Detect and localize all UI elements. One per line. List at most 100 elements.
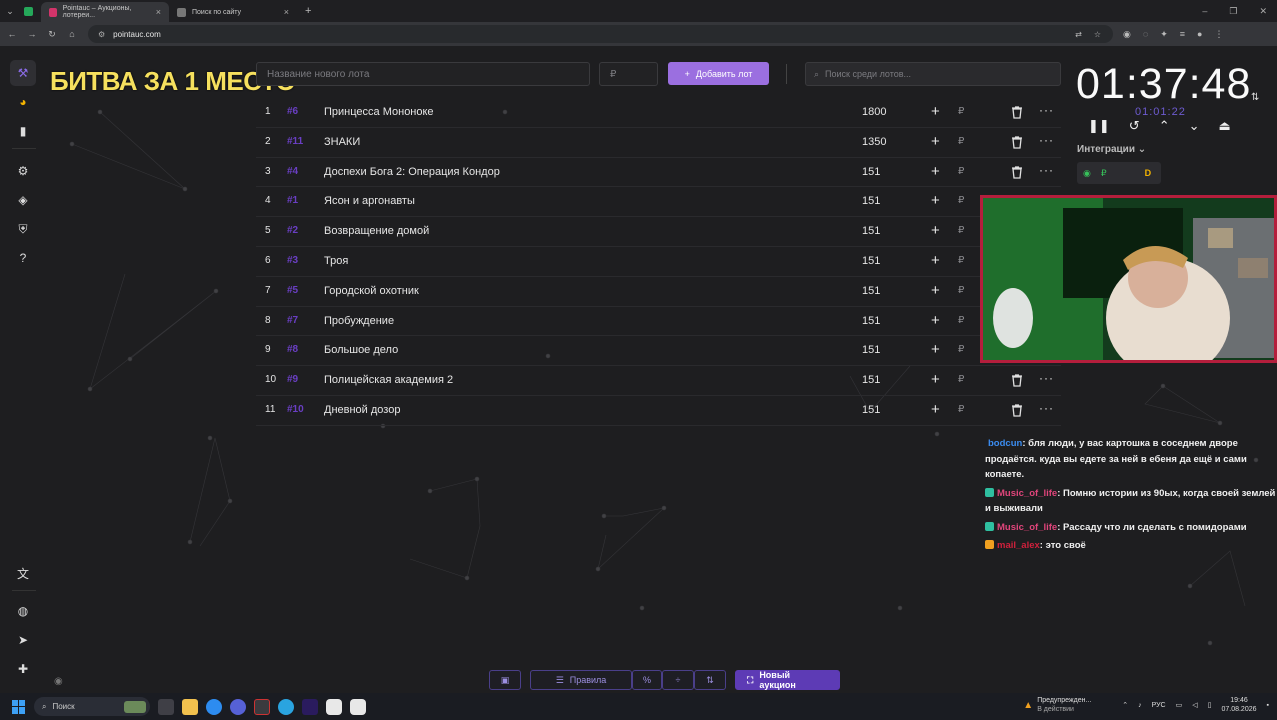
maximize-window-icon[interactable]: ❐: [1229, 6, 1237, 17]
add-amount-icon[interactable]: +: [931, 192, 940, 209]
forward-icon[interactable]: →: [22, 29, 42, 39]
extension-icon[interactable]: ◌: [1143, 29, 1148, 40]
lot-row[interactable]: 3 #4 Доспехи Бога 2: Операция Кондор 151 + ₽ ·…: [256, 158, 1061, 188]
reset-timer-icon[interactable]: ↺: [1129, 118, 1140, 134]
add-amount-icon[interactable]: +: [931, 282, 940, 299]
lot-name[interactable]: Возвращение домой: [324, 225, 429, 237]
task-view-icon[interactable]: [158, 698, 174, 715]
currency-icon[interactable]: ₽: [958, 315, 964, 326]
lot-row[interactable]: 2 #11 ЗНАКИ 1350 + ₽ ···: [256, 128, 1061, 158]
new-lot-input[interactable]: Название нового лота: [256, 62, 590, 86]
currency-icon[interactable]: ₽: [958, 225, 964, 236]
start-menu-icon[interactable]: [12, 699, 26, 714]
reload-icon[interactable]: ↻: [42, 29, 62, 40]
lot-name[interactable]: Ясон и аргонавты: [324, 195, 415, 207]
visibility-eye-icon[interactable]: ◉: [54, 676, 63, 687]
address-bar[interactable]: ⚙ pointauc.com ⇄ ☆: [88, 25, 1113, 43]
media-queue-icon[interactable]: ≡: [1180, 29, 1185, 40]
add-amount-icon[interactable]: +: [931, 312, 940, 329]
lot-amount[interactable]: 151: [862, 344, 880, 356]
add-amount-icon[interactable]: +: [931, 163, 940, 180]
currency-icon[interactable]: ₽: [958, 285, 964, 296]
lot-row[interactable]: 11 #10 Дневной дозор 151 + ₽ ···: [256, 396, 1061, 426]
lot-amount[interactable]: 151: [862, 255, 880, 267]
donationalerts-icon[interactable]: D: [1145, 168, 1152, 178]
more-options-icon[interactable]: ···: [1039, 133, 1054, 147]
pause-icon[interactable]: ❚❚: [1088, 118, 1110, 134]
extension-icon[interactable]: ◉: [1123, 29, 1131, 40]
eject-icon[interactable]: ⏏: [1219, 118, 1231, 134]
lot-amount[interactable]: 151: [862, 195, 880, 207]
sidebar-item-auction[interactable]: ⚒: [10, 60, 36, 86]
lot-amount[interactable]: 151: [862, 285, 880, 297]
currency-icon[interactable]: ₽: [958, 255, 964, 266]
lot-name[interactable]: Большое дело: [324, 344, 398, 356]
app-icon[interactable]: [350, 698, 366, 715]
github-link[interactable]: ◍: [10, 598, 36, 624]
trash-icon[interactable]: [1010, 373, 1024, 387]
lot-name[interactable]: Троя: [324, 255, 348, 267]
split-button[interactable]: ÷: [662, 670, 694, 690]
trash-icon[interactable]: [1010, 105, 1024, 119]
pinned-tab-icon[interactable]: [24, 6, 33, 16]
more-options-icon[interactable]: ···: [1039, 371, 1054, 385]
currency-icon[interactable]: ₽: [958, 136, 964, 147]
chrome-icon[interactable]: [206, 698, 222, 715]
price-input[interactable]: ₽: [599, 62, 658, 86]
taskbar-search[interactable]: ⌕ Поиск: [34, 697, 150, 716]
sort-toggle-icon[interactable]: ⇅: [1251, 92, 1259, 103]
network-icon[interactable]: ▭: [1176, 701, 1183, 709]
lot-row[interactable]: 5#2Возвращение домой151+₽···: [256, 217, 1061, 247]
back-icon[interactable]: ←: [2, 29, 22, 39]
profile-avatar-icon[interactable]: ●: [1197, 29, 1202, 40]
tray-chevron-icon[interactable]: ⌃: [1122, 701, 1128, 709]
add-amount-icon[interactable]: +: [931, 222, 940, 239]
sort-button[interactable]: ⇅: [694, 670, 726, 690]
language-button[interactable]: 文: [10, 560, 36, 586]
currency-icon[interactable]: ₽: [958, 374, 964, 385]
close-window-icon[interactable]: ✕: [1259, 6, 1267, 17]
sidebar-item-wheel[interactable]: ◕: [10, 89, 36, 115]
volume-icon[interactable]: ◁: [1192, 701, 1197, 709]
rules-button[interactable]: ☰ Правила: [530, 670, 632, 690]
lot-amount[interactable]: 151: [862, 315, 880, 327]
add-amount-icon[interactable]: +: [931, 371, 940, 388]
tab-list-chevron-icon[interactable]: ⌄: [0, 6, 20, 17]
add-amount-icon[interactable]: +: [931, 133, 940, 150]
lot-name[interactable]: Полицейская академия 2: [324, 374, 453, 386]
add-amount-icon[interactable]: +: [931, 103, 940, 120]
lot-amount[interactable]: 151: [862, 404, 880, 416]
lot-search-input[interactable]: ⌕ Поиск среди лотов...: [805, 62, 1061, 86]
minimize-window-icon[interactable]: –: [1202, 6, 1207, 17]
premiere-icon[interactable]: [302, 698, 318, 715]
add-lot-button[interactable]: + Добавить лот: [668, 62, 769, 85]
telegram-icon[interactable]: [278, 698, 294, 715]
trash-icon[interactable]: [1010, 165, 1024, 179]
currency-icon[interactable]: ₽: [958, 166, 964, 177]
integrations-dropdown[interactable]: Интеграции ⌄: [1077, 144, 1146, 155]
file-explorer-icon[interactable]: [182, 698, 198, 715]
lot-row[interactable]: 6#3Троя151+₽···: [256, 247, 1061, 277]
home-icon[interactable]: ⌂: [62, 29, 82, 39]
lot-row[interactable]: 4#1Ясон и аргонавты151+₽···: [256, 187, 1061, 218]
close-tab-icon[interactable]: ×: [156, 7, 161, 17]
add-amount-icon[interactable]: +: [931, 341, 940, 358]
lot-row[interactable]: 7#5Городской охотник151+₽···: [256, 277, 1061, 307]
app-icon[interactable]: [230, 698, 246, 715]
browser-menu-icon[interactable]: ⋮: [1214, 29, 1223, 40]
new-auction-button[interactable]: ⛶ Новый аукцион: [735, 670, 840, 690]
lot-amount[interactable]: 151: [862, 225, 880, 237]
sidebar-item-settings[interactable]: ⚙: [10, 158, 36, 184]
chat-username[interactable]: mail_alex: [997, 540, 1040, 551]
warning-icon[interactable]: ▲: [1023, 700, 1033, 711]
chat-username[interactable]: Music_of_life: [997, 488, 1057, 499]
lot-name[interactable]: ЗНАКИ: [324, 136, 360, 148]
more-options-icon[interactable]: ···: [1039, 401, 1054, 415]
lot-name[interactable]: Дневной дозор: [324, 404, 400, 416]
language-indicator[interactable]: РУС: [1152, 702, 1166, 709]
chevron-down-icon[interactable]: ⌄: [1189, 118, 1200, 134]
lot-row[interactable]: 1 #6 Принцесса Мононоке 1800 + ₽ ···: [256, 98, 1061, 128]
chevron-up-icon[interactable]: ⌃: [1159, 118, 1170, 134]
lot-amount[interactable]: 1800: [862, 106, 886, 118]
obs-icon[interactable]: [254, 698, 270, 715]
